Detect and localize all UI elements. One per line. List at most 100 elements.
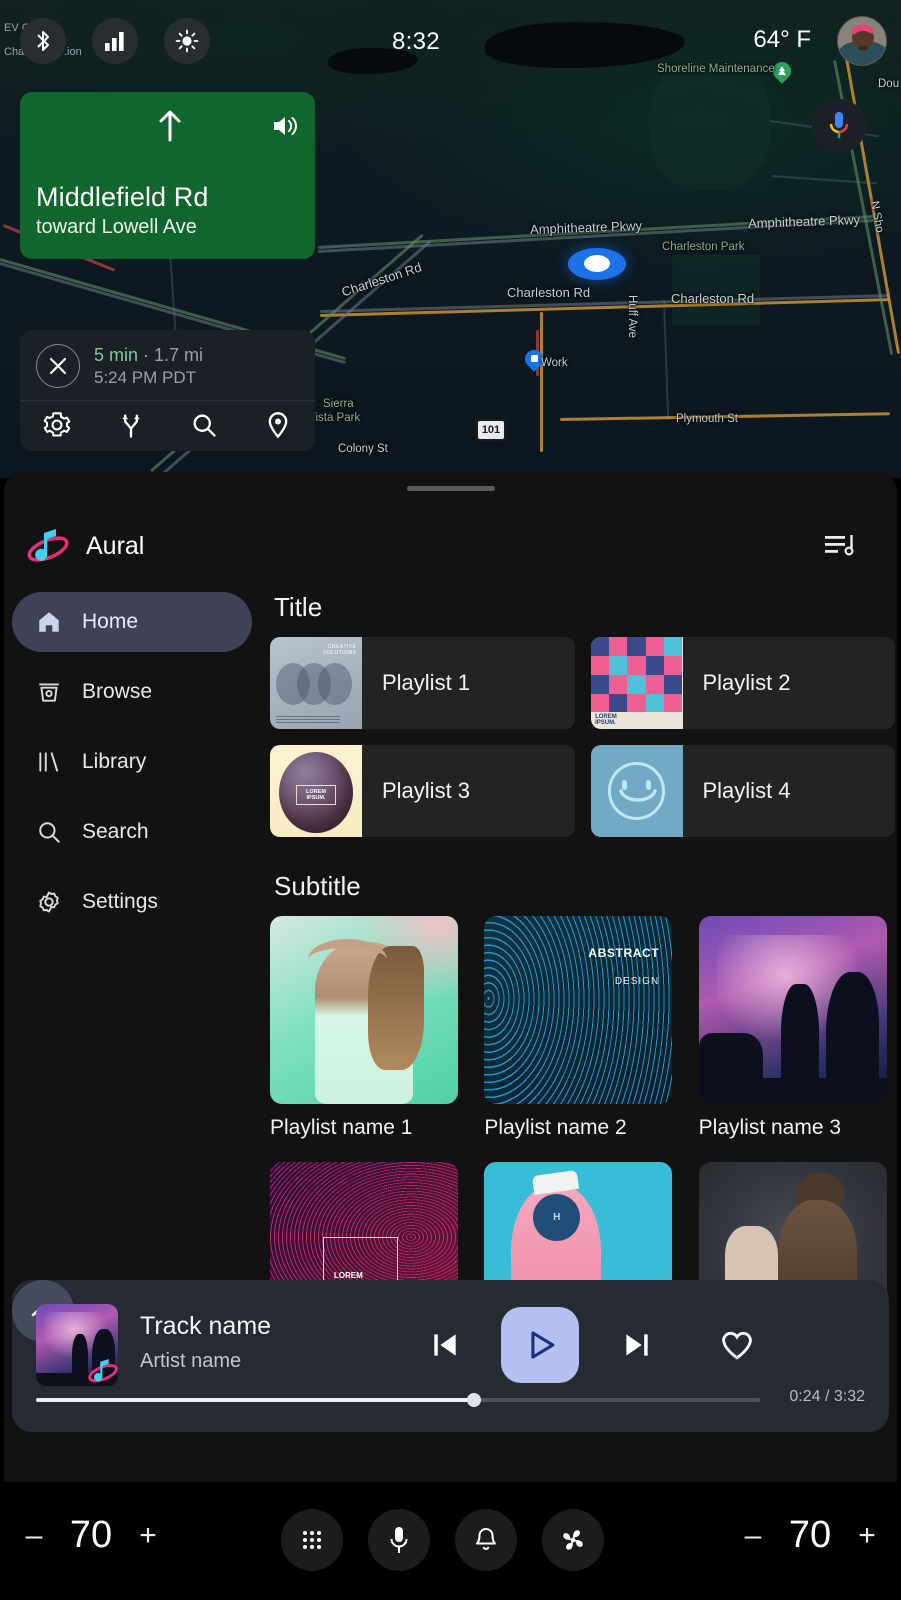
progress-thumb[interactable] (467, 1393, 482, 1407)
sidebar-item-settings[interactable]: Settings (12, 872, 252, 932)
straight-arrow-icon (159, 110, 180, 142)
artwork-lorem-text: LOREM IPSUM. (295, 784, 337, 805)
search-icon (36, 819, 66, 845)
signal-button[interactable] (92, 18, 138, 64)
now-playing-track: Track name (140, 1312, 272, 1340)
playlist-card[interactable]: Playlist name 1 (270, 916, 466, 1140)
volume-on-icon[interactable] (271, 114, 299, 138)
queue-list-icon[interactable] (825, 533, 855, 559)
panel-drag-handle[interactable] (406, 486, 495, 491)
playlist-artwork (698, 916, 887, 1104)
playlist-tile[interactable]: CREATIVE SOLUTIONS Playlist 1 (270, 637, 575, 729)
playlist-card[interactable]: ABSTRACT DESIGN Playlist name 2 (484, 916, 680, 1140)
playlist-tile[interactable]: Playlist 4 (590, 745, 895, 837)
map-park-area (672, 255, 760, 325)
close-icon (49, 357, 67, 375)
status-bar: EV C Charg. .ion 8:32 64° F (0, 0, 901, 80)
playlist-card[interactable]: Playlist name 3 (698, 916, 895, 1140)
skip-next-icon (626, 1334, 648, 1356)
trip-summary-card[interactable]: 5 min · 1.7 mi 5:24 PM PDT (20, 330, 315, 451)
settings-gear-icon (36, 889, 66, 915)
map-label: Charleston Rd (671, 291, 755, 306)
sidebar-item-home[interactable]: Home (12, 592, 252, 652)
app-sidebar[interactable]: Home Browse Library Search Settings (12, 592, 252, 942)
sidebar-item-label: Search (82, 820, 149, 843)
nav-settings-icon (43, 412, 71, 437)
driver-temp-value: 70 (69, 1514, 113, 1556)
temp-decrease-button[interactable]: – (14, 1519, 54, 1553)
nav-settings-button[interactable] (20, 411, 94, 439)
artwork-lorem-text: LOREM IPSUM. (595, 714, 617, 727)
now-playing-artwork[interactable] (36, 1304, 118, 1386)
playlist-tile-label: Playlist 4 (702, 778, 791, 803)
route-alternatives-icon (121, 414, 140, 438)
sidebar-item-library[interactable]: Library (12, 732, 252, 792)
playlist-card-label: Playlist name 1 (270, 1116, 413, 1139)
nav-search-button[interactable] (168, 411, 242, 439)
library-icon (36, 749, 66, 775)
brightness-icon (175, 29, 199, 53)
signal-icon (105, 32, 124, 51)
status-clock: 8:32 (392, 28, 440, 55)
brightness-button[interactable] (164, 18, 210, 64)
playlist-artwork: CREATIVE SOLUTIONS (270, 637, 362, 729)
temp-increase-button[interactable]: + (847, 1519, 887, 1553)
trip-eta-separator: · (138, 344, 155, 365)
playlist-artwork: LOREM IPSUM. (590, 637, 683, 729)
passenger-climate-control[interactable]: – 70 + (733, 1514, 887, 1557)
temp-decrease-button[interactable]: – (733, 1519, 773, 1553)
progress-fill (36, 1398, 475, 1402)
microphone-button[interactable] (368, 1509, 430, 1571)
home-icon (36, 609, 66, 635)
end-navigation-button[interactable] (36, 344, 80, 388)
map-label: Plymouth St (676, 413, 738, 425)
favorite-button[interactable] (714, 1320, 760, 1370)
playlist-tile[interactable]: LOREM IPSUM. Playlist 2 (590, 637, 895, 729)
playlist-tile[interactable]: LOREM IPSUM. Playlist 3 (270, 745, 575, 837)
play-button[interactable] (501, 1307, 579, 1383)
navigation-instruction-card[interactable]: Middlefield Rd toward Lowell Ave (20, 92, 315, 259)
driver-climate-control[interactable]: – 70 + (14, 1514, 168, 1557)
notifications-button[interactable] (455, 1509, 517, 1571)
app-grid-button[interactable] (281, 1509, 343, 1571)
app-header: Aural (4, 514, 897, 576)
sidebar-item-label: Settings (82, 890, 158, 913)
aural-music-note-logo (86, 1354, 118, 1386)
playlist-card-label: Playlist name 3 (698, 1116, 842, 1139)
trip-distance: 1.7 mi (154, 344, 204, 365)
section-subtitle: Subtitle (274, 871, 361, 901)
route-alternatives-button[interactable] (94, 411, 168, 439)
trip-arrival-time: 5:24 PM PDT (94, 367, 197, 387)
skip-next-button[interactable] (616, 1320, 658, 1370)
skip-previous-button[interactable] (424, 1320, 466, 1370)
map-road (540, 312, 543, 452)
climate-button[interactable] (542, 1509, 604, 1571)
playlist-artwork: ABSTRACT DESIGN (484, 916, 673, 1104)
system-bar[interactable]: – 70 + – 70 + (0, 1482, 901, 1600)
map-label: Sierra (323, 398, 354, 410)
current-location-indicator (568, 248, 626, 280)
microphone-icon (390, 1527, 408, 1553)
nav-toward-text: toward Lowell Ave (36, 216, 197, 238)
map-label: Work (541, 357, 568, 369)
trip-duration: 5 min (94, 344, 139, 365)
nav-places-button[interactable] (241, 411, 315, 439)
map-label: Huff Ave (626, 295, 638, 339)
sidebar-item-browse[interactable]: Browse (12, 662, 252, 722)
now-playing-artist: Artist name (140, 1350, 242, 1372)
assistant-mic-button[interactable] (812, 99, 866, 153)
artwork-title: ABSTRACT (588, 946, 660, 961)
sidebar-item-label: Home (82, 610, 139, 633)
playback-control-bar[interactable]: Track name Artist name 0:24 / 3:32 (12, 1280, 889, 1432)
sidebar-item-search[interactable]: Search (12, 802, 252, 862)
browse-icon (36, 679, 66, 705)
playlist-card-label: Playlist name 2 (484, 1116, 627, 1139)
content-area: Title CREATIVE SOLUTIONS Playlist 1 LORE… (270, 592, 895, 1386)
user-avatar[interactable] (837, 16, 887, 66)
bluetooth-button[interactable] (20, 18, 66, 64)
status-temperature[interactable]: 64° F (753, 26, 811, 54)
playback-progress-slider[interactable] (36, 1393, 760, 1407)
temp-increase-button[interactable]: + (128, 1519, 168, 1553)
passenger-temp-value: 70 (788, 1514, 832, 1556)
map-label: Charleston Park (662, 241, 745, 253)
